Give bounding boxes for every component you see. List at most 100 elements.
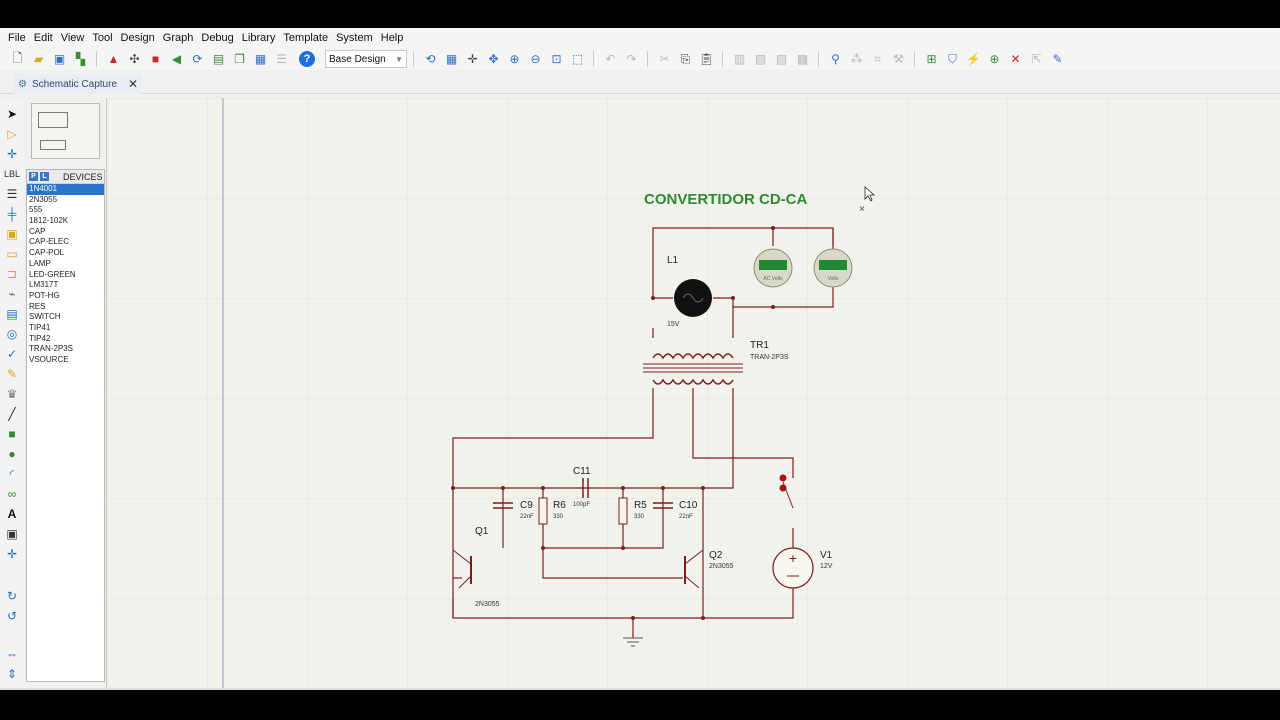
overview-window[interactable] <box>31 103 100 159</box>
component-icon[interactable]: ✣ <box>125 50 144 68</box>
back-icon[interactable]: ◀ <box>167 50 186 68</box>
box-icon[interactable]: ■ <box>4 426 20 442</box>
block-copy-icon[interactable]: ▥ <box>730 50 749 68</box>
text-icon[interactable]: A <box>4 506 20 522</box>
virtual-instruments-icon[interactable]: ♛ <box>4 386 20 402</box>
component-mode-icon[interactable]: ▷ <box>4 126 20 142</box>
menu-edit[interactable]: Edit <box>30 32 57 44</box>
menu-debug[interactable]: Debug <box>197 32 237 44</box>
device-item[interactable]: POT-HG <box>27 291 104 302</box>
list-icon[interactable]: ☰ <box>272 50 291 68</box>
path-icon[interactable]: ∞ <box>4 486 20 502</box>
device-item[interactable]: LM317T <box>27 280 104 291</box>
device-item[interactable]: LAMP <box>27 259 104 270</box>
menu-library[interactable]: Library <box>238 32 280 44</box>
device-item[interactable]: CAP-ELEC <box>27 237 104 248</box>
close-icon[interactable]: ✕ <box>128 77 138 91</box>
device-pins-icon[interactable]: ⊐ <box>4 266 20 282</box>
rotate-clockwise-icon[interactable]: ↻ <box>4 588 20 604</box>
device-item[interactable]: TRAN-2P3S <box>27 344 104 355</box>
pick-devices-button[interactable]: P <box>29 172 38 181</box>
buses-icon[interactable]: ╪ <box>4 206 20 222</box>
paste-icon[interactable]: 📋︎ <box>697 50 716 68</box>
wire-label-icon[interactable]: LBL <box>4 166 20 182</box>
grid-toggle-icon[interactable]: ▦ <box>442 50 461 68</box>
device-item[interactable]: 1812-102K <box>27 216 104 227</box>
arc-icon[interactable]: ◜ <box>4 466 20 482</box>
redo-icon[interactable]: ↷ <box>622 50 641 68</box>
mirror-x-icon[interactable]: ⇔ <box>4 646 20 662</box>
green-box-icon[interactable]: ▤ <box>209 50 228 68</box>
device-item[interactable]: VSOURCE <box>27 355 104 366</box>
stop-icon[interactable]: ■ <box>146 50 165 68</box>
open-icon[interactable]: ▰ <box>29 50 48 68</box>
search-tag-icon[interactable]: ⛉ <box>943 50 962 68</box>
remove-sheet-icon[interactable]: ✕ <box>1006 50 1025 68</box>
cut-icon[interactable]: ✂ <box>655 50 674 68</box>
menu-help[interactable]: Help <box>377 32 408 44</box>
menu-system[interactable]: System <box>332 32 377 44</box>
bom-icon[interactable]: ✎ <box>1048 50 1067 68</box>
block-rotate-icon[interactable]: ▨ <box>772 50 791 68</box>
device-item[interactable]: CAP-POL <box>27 248 104 259</box>
zoom-all-icon[interactable]: ⊡ <box>547 50 566 68</box>
pan-icon[interactable]: ✥ <box>484 50 503 68</box>
schematic-canvas[interactable]: CONVERTIDOR CD-CA L1 15V AC Volts Volts … <box>106 98 1279 688</box>
selection-mode-icon[interactable]: ➤ <box>4 106 20 122</box>
device-item[interactable]: RES <box>27 302 104 313</box>
decompose-icon[interactable]: ⚒ <box>889 50 908 68</box>
design-variant-select[interactable]: Base Design ▼ <box>325 50 407 68</box>
voltmeter-dc[interactable]: Volts <box>813 248 853 288</box>
menu-template[interactable]: Template <box>279 32 332 44</box>
refresh-icon[interactable]: ⟳ <box>188 50 207 68</box>
save-icon[interactable]: ▣ <box>50 50 69 68</box>
symbol-icon[interactable]: ▣ <box>4 526 20 542</box>
import-icon[interactable]: ▚ <box>71 50 90 68</box>
device-item[interactable]: TIP42 <box>27 334 104 345</box>
undo-icon[interactable]: ↶ <box>601 50 620 68</box>
pick-device-icon[interactable]: ⚲ <box>826 50 845 68</box>
package-icon[interactable]: ⌗ <box>868 50 887 68</box>
grid-icon[interactable]: ▦ <box>251 50 270 68</box>
junction-dot-icon[interactable]: ✛ <box>4 146 20 162</box>
device-item[interactable]: TIP41 <box>27 323 104 334</box>
device-item[interactable]: 1N4001 <box>27 184 104 195</box>
device-item[interactable]: CAP <box>27 227 104 238</box>
menu-graph[interactable]: Graph <box>159 32 198 44</box>
zoom-in-icon[interactable]: ⊕ <box>505 50 524 68</box>
origin-icon[interactable]: ✛ <box>463 50 482 68</box>
tab-schematic-capture[interactable]: ⚙ Schematic Capture ✕ <box>14 74 143 94</box>
device-item[interactable]: LED-GREEN <box>27 270 104 281</box>
wire-autorouter-icon[interactable]: ⊞ <box>922 50 941 68</box>
tape-recorder-icon[interactable]: ▤ <box>4 306 20 322</box>
circle-icon[interactable]: ● <box>4 446 20 462</box>
new-sheet-icon[interactable]: ⊕ <box>985 50 1004 68</box>
library-manager-button[interactable]: L <box>40 172 49 181</box>
generator-icon[interactable]: ◎ <box>4 326 20 342</box>
menu-file[interactable]: File <box>4 32 30 44</box>
pick-icon[interactable]: ▲ <box>104 50 123 68</box>
device-item[interactable]: 555 <box>27 205 104 216</box>
menu-tool[interactable]: Tool <box>88 32 116 44</box>
zoom-out-icon[interactable]: ⊖ <box>526 50 545 68</box>
new-icon[interactable]: 🗋 <box>8 50 27 68</box>
copy-icon[interactable]: ⎘ <box>676 50 695 68</box>
terminals-icon[interactable]: ▭ <box>4 246 20 262</box>
device-item[interactable]: SWITCH <box>27 312 104 323</box>
line-icon[interactable]: ╱ <box>4 406 20 422</box>
block-delete-icon[interactable]: ▩ <box>793 50 812 68</box>
subcircuit-icon[interactable]: ▣ <box>4 226 20 242</box>
redraw-icon[interactable]: ⟲ <box>421 50 440 68</box>
mirror-y-icon[interactable]: ⇕ <box>4 666 20 682</box>
voltage-probe-icon[interactable]: ✓ <box>4 346 20 362</box>
block-move-icon[interactable]: ▧ <box>751 50 770 68</box>
help-icon[interactable]: ? <box>299 51 315 67</box>
current-probe-icon[interactable]: ✎ <box>4 366 20 382</box>
property-tool-icon[interactable]: ⚡ <box>964 50 983 68</box>
copy-doc-icon[interactable]: ❐ <box>230 50 249 68</box>
rotate-anticlockwise-icon[interactable]: ↺ <box>4 608 20 624</box>
menu-view[interactable]: View <box>57 32 89 44</box>
voltmeter-ac[interactable]: AC Volts <box>753 248 793 288</box>
menu-design[interactable]: Design <box>117 32 159 44</box>
graph-icon[interactable]: ⌁ <box>4 286 20 302</box>
